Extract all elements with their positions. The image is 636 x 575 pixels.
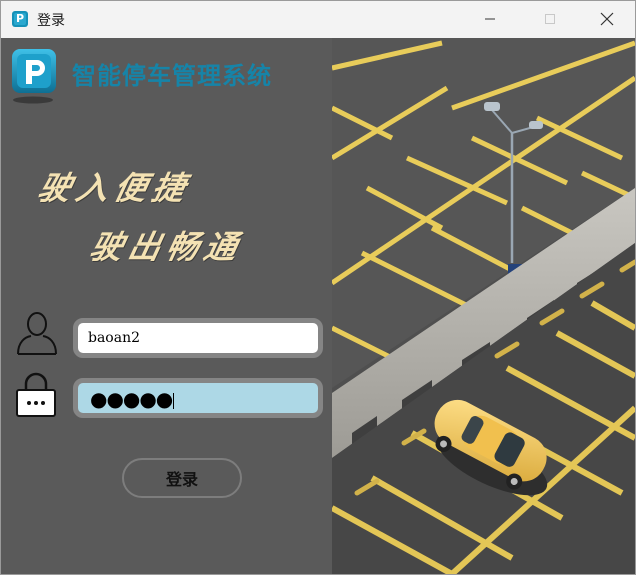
password-field[interactable]: ●●●●● — [73, 378, 323, 418]
close-icon — [600, 12, 614, 26]
close-button[interactable] — [584, 1, 630, 37]
login-window: P 登录 智能停车管理系统 驶入便捷 驶出畅通 baoan2 ●●●●● 登录 — [0, 0, 636, 575]
slogan-line-2: 驶出畅通 — [86, 228, 247, 266]
parking-lot-image: 5 — [332, 38, 635, 574]
password-mask: ●●●●● — [90, 387, 175, 411]
minimize-button[interactable] — [467, 1, 513, 37]
user-icon — [17, 312, 57, 355]
login-button[interactable]: 登录 — [122, 458, 242, 498]
username-input[interactable] — [78, 323, 318, 353]
title-bar[interactable]: P 登录 — [1, 1, 635, 38]
slogan-line-1: 驶入便捷 — [34, 169, 195, 207]
username-field-frame — [73, 318, 323, 358]
system-title: 智能停车管理系统 — [72, 62, 272, 90]
maximize-button[interactable] — [527, 1, 573, 37]
minimize-icon — [485, 18, 495, 20]
maximize-icon — [545, 14, 555, 24]
login-panel: 智能停车管理系统 驶入便捷 驶出畅通 ●●●●● 登录 — [1, 38, 332, 574]
parking-lot-photo: 5 — [332, 38, 635, 574]
parking-p-icon: P — [12, 11, 28, 27]
window-title: 登录 — [37, 13, 65, 29]
text-caret — [173, 392, 175, 409]
parking-logo-icon — [12, 49, 56, 104]
lock-icon — [16, 372, 56, 417]
